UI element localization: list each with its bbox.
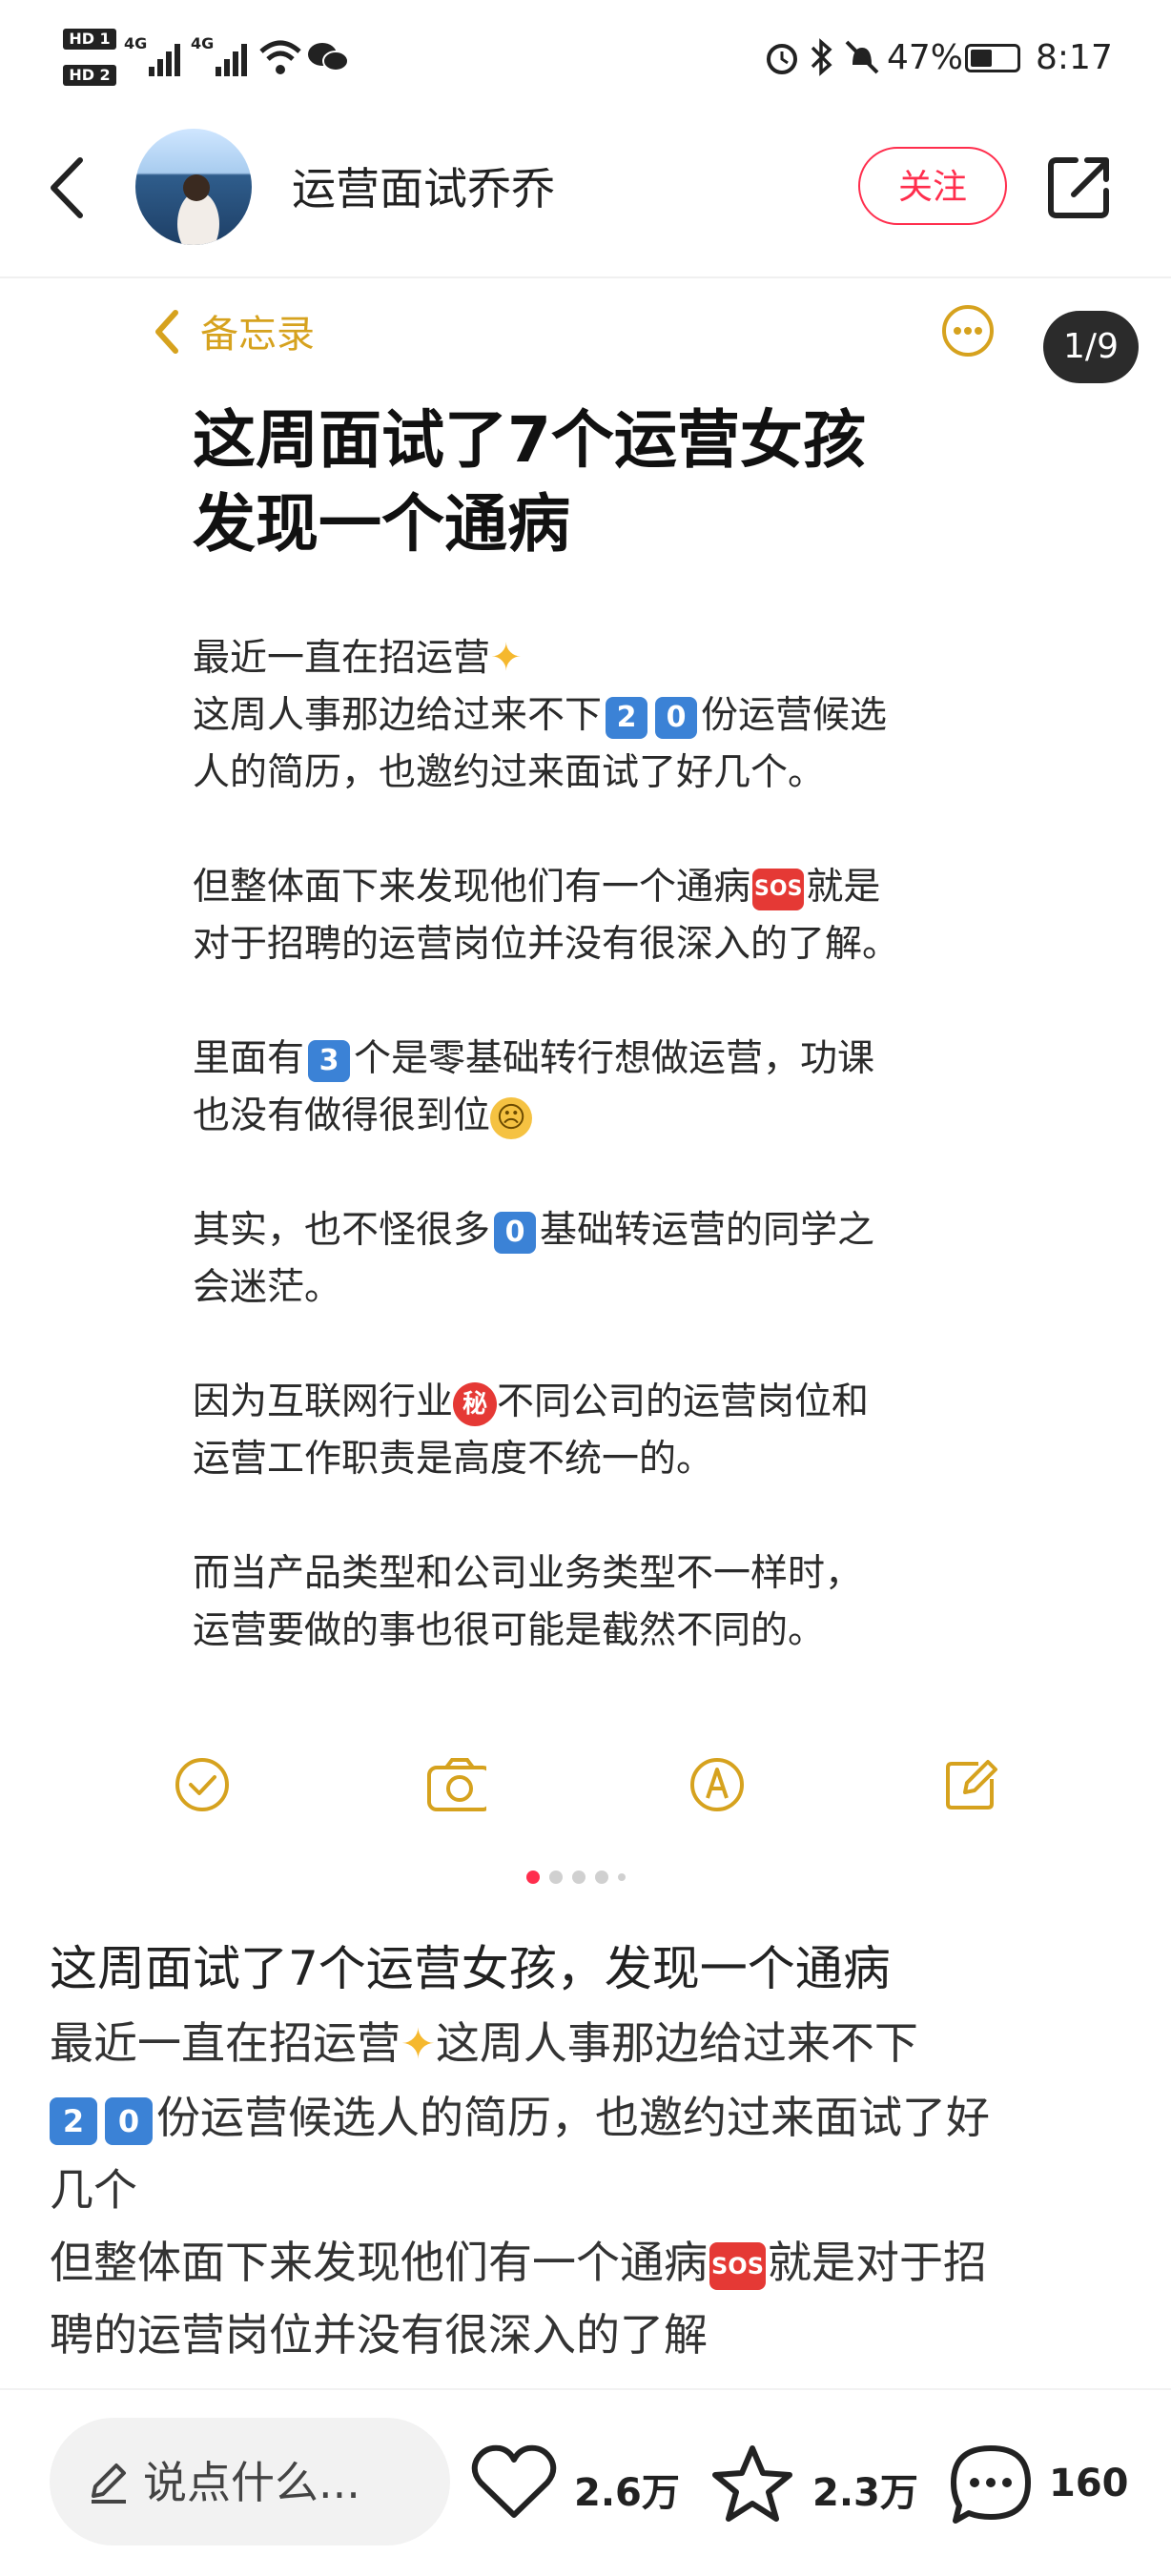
carousel-pagination (526, 1871, 641, 1890)
pagination-dot (618, 1873, 626, 1881)
pagination-dot (595, 1871, 608, 1884)
note-paragraph-1: 最近一直在招运营✦ 这周人事那边给过来不下 2 0 份运营候选 人的简历，也邀约过来面… (193, 636, 888, 794)
note-paragraph-5: 因为互联网行业秘不同公司的运营岗位和 运营工作职责是高度不统一的。 (193, 1380, 870, 1481)
follow-button[interactable]: 关注 (858, 147, 1007, 225)
checklist-icon (175, 1758, 229, 1811)
note-paragraph-4: 其实，也不怪很多 0 基础转运营的同学之 会迷茫。 (193, 1209, 875, 1309)
pagination-dot-active (526, 1871, 540, 1884)
keycap-2-icon: 2 (606, 696, 648, 739)
keycap-3-icon: 3 (308, 1039, 351, 1082)
camera-icon (427, 1758, 486, 1811)
wifi-icon (259, 40, 301, 74)
battery-icon (965, 44, 1020, 72)
pencil-icon (92, 2464, 126, 2504)
sos-icon: SOS (709, 2241, 766, 2290)
keycap-0-icon: 0 (105, 2096, 153, 2145)
compose-icon (946, 1760, 997, 1809)
author-name[interactable]: 运营面试乔乔 (292, 154, 555, 217)
like-count: 2.6万 (574, 2471, 680, 2515)
collect-star-icon[interactable] (709, 2443, 795, 2525)
collect-count: 2.3万 (812, 2471, 918, 2515)
sad-face-icon: ☹ (490, 1096, 533, 1139)
pagination-dot (572, 1871, 586, 1884)
author-avatar[interactable] (135, 129, 252, 245)
status-bar: HD 1 HD 2 4G 4G 47% 8:17 (0, 0, 1171, 114)
comment-count: 160 (1049, 2462, 1129, 2505)
secret-icon: 秘 (453, 1381, 498, 1426)
note-paragraph-6: 而当产品类型和公司业务类型不一样时， 运营要做的事也很可能是截然不同的。 (193, 1552, 863, 1652)
signal-icon-2 (216, 42, 248, 76)
page-counter: 1/9 (1043, 311, 1139, 383)
mute-bell-icon (845, 40, 879, 74)
hd2-badge: HD 2 (63, 65, 116, 86)
keycap-0-icon: 0 (494, 1211, 537, 1254)
note-paragraph-3: 里面有 3 个是零基础转行想做运营，功课 也没有做得很到位 ☹ (193, 1037, 875, 1139)
signal-label-1: 4G (124, 34, 148, 52)
back-arrow-icon[interactable] (42, 154, 95, 221)
more-options-icon (942, 305, 994, 357)
keycap-0-icon: 0 (655, 696, 698, 739)
signal-label-2: 4G (191, 34, 215, 52)
post-title: 这周面试了7个运营女孩，发现一个通病 (50, 1941, 891, 1996)
post-body: 最近一直在招运营✦这周人事那边给过来不下 2 0 份运营候选人的简历，也邀约过来面试… (50, 2017, 990, 2361)
wechat-icon (308, 43, 349, 72)
memo-back-chevron-icon (155, 310, 178, 354)
sparkle-star-icon: ✦ (401, 2020, 436, 2069)
sos-icon: SOS (752, 868, 805, 910)
bluetooth-icon (811, 38, 832, 76)
pagination-dot (549, 1871, 563, 1884)
share-icon[interactable] (1045, 153, 1114, 221)
keycap-2-icon: 2 (50, 2096, 97, 2145)
clock: 8:17 (1036, 38, 1113, 77)
like-heart-icon[interactable] (471, 2444, 557, 2523)
note-paragraph-2: 但整体面下来发现他们有一个通病 SOS 就是 对于招聘的运营岗位并没有很深入的了解。 (193, 866, 900, 966)
comment-bubble-icon[interactable] (948, 2443, 1034, 2526)
battery-percent: 47% (887, 38, 964, 77)
sparkle-star-icon: ✦ (490, 636, 523, 680)
markup-pen-icon (690, 1758, 744, 1811)
signal-icon-1 (149, 42, 181, 76)
memo-back-label: 备忘录 (200, 313, 315, 357)
comment-placeholder: 说点什么... (143, 2457, 360, 2508)
hd1-badge: HD 1 (63, 29, 116, 50)
note-body: 最近一直在招运营✦ 这周人事那边给过来不下 2 0 份运营候选 人的简历，也邀约过来面… (193, 629, 1013, 1717)
note-title: 这周面试了7个运营女孩 发现一个通病 (193, 403, 866, 561)
alarm-icon (767, 44, 797, 74)
